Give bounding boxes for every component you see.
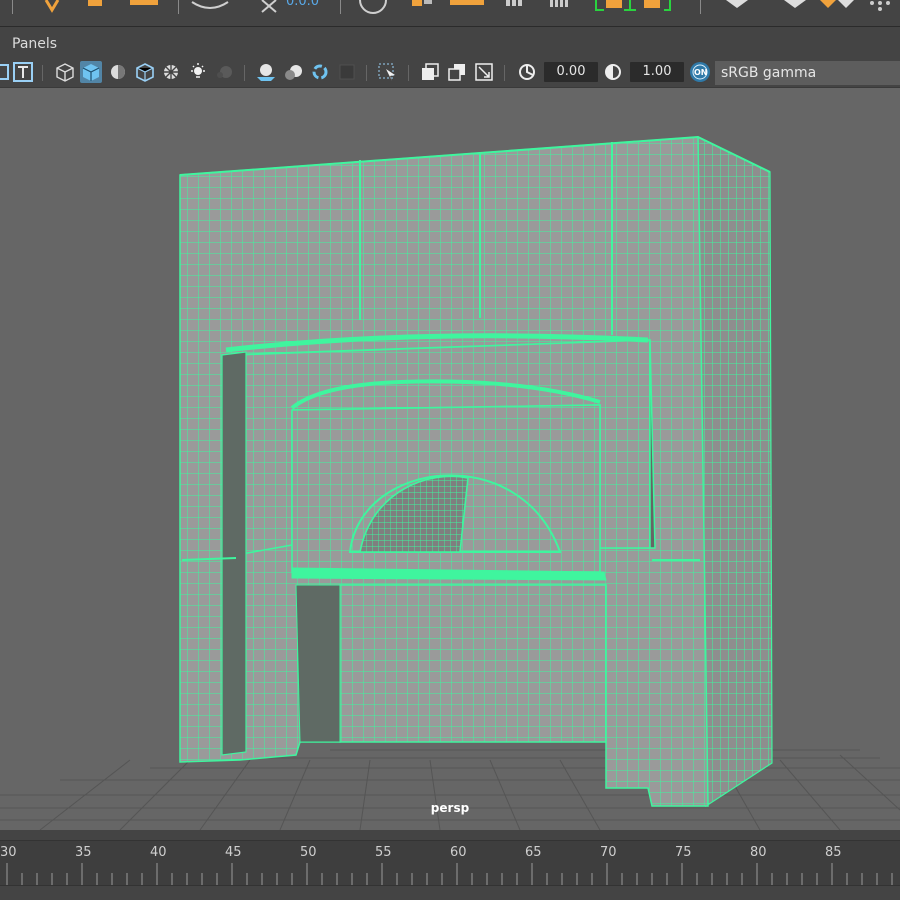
use-all-lights-icon[interactable] [187, 61, 209, 83]
wireframe-cube-icon[interactable] [54, 61, 76, 83]
frame-tick-label: 60 [450, 845, 467, 860]
screen-space-ao-icon[interactable] [255, 61, 277, 83]
textured-cube-icon[interactable] [134, 61, 156, 83]
gamma-field[interactable]: 1.00 [630, 62, 684, 82]
view-transform-dropdown[interactable]: sRGB gamma [715, 61, 900, 85]
frame-tick-label: 35 [75, 845, 92, 860]
shelf-separator [700, 0, 701, 14]
bars-shelf-icon[interactable] [546, 0, 572, 14]
dots-shelf-icon[interactable] [866, 0, 896, 14]
anti-aliasing-icon[interactable] [309, 61, 331, 83]
diamond-icon[interactable] [722, 0, 752, 14]
frame-tick-label: 30 [0, 845, 17, 860]
grid-shelf-icon[interactable] [502, 0, 528, 14]
toolbar-separator [366, 65, 367, 81]
frame-tick-label: 70 [600, 845, 617, 860]
toolbar-separator [42, 65, 43, 81]
xray-active-components-icon[interactable] [473, 61, 495, 83]
camera-name-label: persp [430, 801, 470, 815]
panels-menu[interactable]: Panels [12, 36, 57, 52]
xray-icon[interactable] [419, 61, 441, 83]
toolbar-separator [408, 65, 409, 81]
diamond-icon-2[interactable] [780, 0, 810, 14]
base-inner-wall [295, 584, 341, 743]
depth-of-field-icon[interactable] [336, 61, 358, 83]
checker-texture-icon[interactable] [160, 61, 182, 83]
frame-tick-label: 75 [675, 845, 692, 860]
fireplace-side-face [697, 136, 773, 808]
frame-tick-label: 40 [150, 845, 167, 860]
shelf-separator [178, 0, 179, 14]
toolbar-separator [244, 65, 245, 81]
wide-orange-icon[interactable] [448, 0, 488, 14]
snap-tool-icon[interactable] [190, 0, 230, 14]
exposure-icon[interactable] [516, 61, 538, 83]
highlighted-shelf-icon[interactable] [594, 0, 674, 14]
panel-menubar: Panels [0, 32, 900, 56]
scene-svg [0, 135, 900, 830]
shelf-coordinates-text: 0.0.0 [286, 0, 320, 9]
frame-tick-label: 45 [225, 845, 242, 860]
time-slider-track[interactable]: 3035404550556065707580859 [0, 840, 900, 886]
brush-tool-icon[interactable] [38, 0, 66, 14]
default-material-icon[interactable] [107, 61, 129, 83]
perspective-viewport[interactable]: persp [0, 88, 900, 830]
frame-tick-label: 80 [750, 845, 767, 860]
time-slider[interactable]: 3035404550556065707580859 [0, 830, 900, 900]
flat-tool-icon[interactable] [128, 0, 162, 14]
viewport-toolbar: 0.00 1.00 ON sRGB gamma [0, 57, 900, 88]
frame-tick-label: 85 [825, 845, 842, 860]
text-display-icon[interactable] [12, 61, 34, 83]
shelf-separator [340, 0, 341, 14]
render-shelf-icon[interactable] [816, 0, 856, 14]
isolate-select-icon[interactable] [377, 61, 399, 83]
frame-tick-label: 65 [525, 845, 542, 860]
toolbar-separator [504, 65, 505, 81]
gamma-icon[interactable] [602, 61, 624, 83]
frame-tick-label: 55 [375, 845, 392, 860]
smooth-shade-cube-icon[interactable] [80, 61, 102, 83]
time-slider-ticks: 3035404550556065707580859 [0, 845, 893, 885]
pivot-icon[interactable] [258, 0, 280, 14]
shadows-icon[interactable] [212, 61, 234, 83]
motion-blur-icon[interactable] [282, 61, 304, 83]
base-recess [339, 584, 607, 743]
orange-shelf-icon[interactable] [406, 0, 436, 14]
color-management-badge-text: ON [694, 68, 708, 77]
textured-icon-partial[interactable] [0, 61, 12, 83]
pin-tool-icon[interactable] [82, 0, 106, 14]
left-pillar-inner [221, 351, 247, 756]
xray-joints-icon[interactable] [446, 61, 468, 83]
shelf-separator [12, 0, 13, 14]
exposure-field[interactable]: 0.00 [544, 62, 598, 82]
frame-tick-label: 50 [300, 845, 317, 860]
circle-tool-icon[interactable] [358, 0, 388, 14]
shelf-toolbar: 0.0.0 [0, 0, 900, 27]
